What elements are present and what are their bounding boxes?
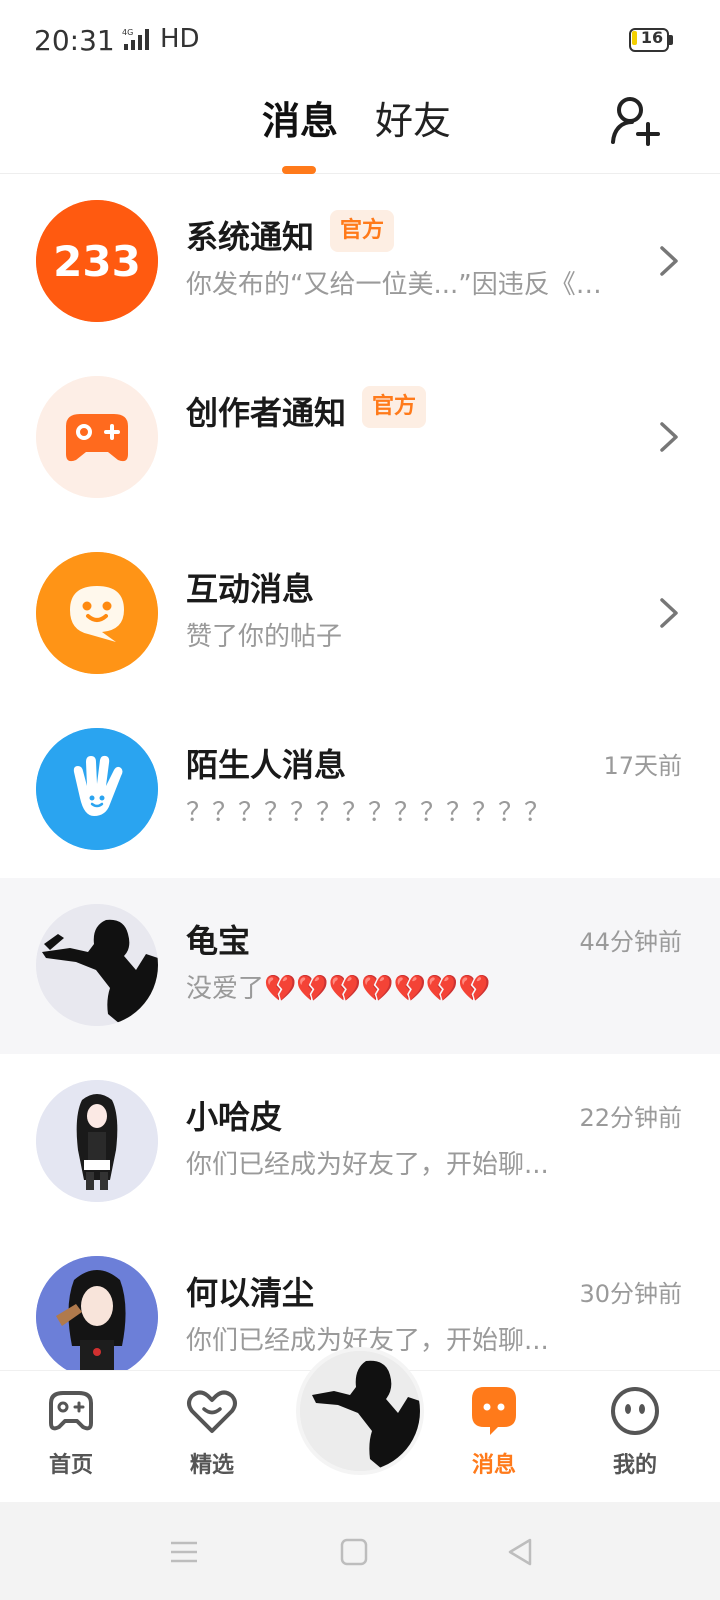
- system-nav-bar: [0, 1502, 720, 1600]
- message-title: 小哈皮: [186, 1098, 283, 1136]
- official-badge: 官方: [362, 386, 427, 428]
- header: 消息 好友: [0, 80, 720, 174]
- message-title: 陌生人消息: [186, 746, 347, 784]
- stranger-avatar: [36, 728, 158, 850]
- add-user-icon[interactable]: [610, 94, 660, 150]
- nav-label: 消息: [471, 1453, 516, 1478]
- message-preview: 没爱了💔💔💔💔💔💔💔: [186, 974, 491, 1004]
- interaction-avatar: [36, 552, 158, 674]
- status-bar: 20:31 4G HD 16: [0, 0, 720, 80]
- svg-text:4G: 4G: [122, 28, 133, 37]
- nav-label: 精选: [189, 1453, 234, 1478]
- message-preview: 你们已经成为好友了，开始聊...: [186, 1150, 549, 1180]
- center-avatar-button[interactable]: [296, 1347, 424, 1475]
- message-title: 系统通知: [186, 218, 315, 256]
- chevron-right-icon: [660, 598, 678, 628]
- list-item-interaction[interactable]: 互动消息 赞了你的帖子: [0, 526, 720, 702]
- bottom-nav: 首页 精选 消息 我的: [0, 1347, 720, 1502]
- user-avatar: [36, 1256, 158, 1370]
- message-title: 创作者通知: [186, 394, 347, 432]
- list-item-chat-xiaohapi[interactable]: 小哈皮 22分钟前 你们已经成为好友了，开始聊...: [0, 1054, 720, 1230]
- battery-icon: 16: [629, 28, 673, 52]
- nav-label: 我的: [612, 1453, 657, 1478]
- message-preview: 你们已经成为好友了，开始聊...: [186, 1326, 549, 1356]
- message-preview: ？？？？？？？？？？？？？？: [186, 798, 551, 828]
- message-preview: 你发布的“又给一位美...”因违反《社...: [186, 270, 626, 300]
- chevron-right-icon: [660, 246, 678, 276]
- message-icon: [472, 1387, 516, 1435]
- chevron-right-icon: [660, 422, 678, 452]
- message-time: 17天前: [603, 752, 682, 780]
- silhouette-avatar: [36, 904, 158, 1026]
- list-item-system-notice[interactable]: 233 系统通知 官方 你发布的“又给一位美...”因违反《社...: [0, 174, 720, 350]
- user-avatar: [36, 904, 158, 1026]
- avatar-233-text: 233: [53, 237, 141, 286]
- message-preview: 赞了你的帖子: [186, 622, 343, 652]
- nav-messages[interactable]: 消息: [439, 1383, 549, 1495]
- tab-messages[interactable]: 消息: [262, 96, 338, 146]
- nav-featured[interactable]: 精选: [157, 1383, 267, 1495]
- message-time: 22分钟前: [579, 1104, 682, 1132]
- nav-home[interactable]: 首页: [16, 1383, 126, 1495]
- message-title: 何以清尘: [186, 1274, 315, 1312]
- silhouette-avatar: [300, 1351, 420, 1471]
- menu-icon[interactable]: [168, 1536, 200, 1568]
- signal-icon: 4G: [122, 28, 149, 50]
- list-item-stranger[interactable]: 陌生人消息 17天前 ？？？？？？？？？？？？？？: [0, 702, 720, 878]
- gamepad-icon: [49, 1391, 93, 1431]
- message-time: 30分钟前: [579, 1280, 682, 1308]
- nav-label: 首页: [48, 1453, 93, 1478]
- message-title: 龟宝: [186, 922, 251, 960]
- nav-profile[interactable]: 我的: [580, 1383, 690, 1495]
- message-time: 44分钟前: [579, 928, 682, 956]
- creator-notice-avatar: [36, 376, 158, 498]
- user-avatar: [36, 1080, 158, 1202]
- profile-face-icon: [611, 1387, 659, 1435]
- network-label: HD: [160, 24, 200, 54]
- list-item-chat-guibao[interactable]: 龟宝 44分钟前 没爱了💔💔💔💔💔💔💔: [0, 878, 720, 1054]
- wave-hand-icon: [36, 728, 158, 850]
- status-time: 20:31: [34, 24, 115, 57]
- battery-level: 16: [640, 28, 664, 47]
- active-tab-indicator: [282, 166, 316, 174]
- system-notice-avatar: 233: [36, 200, 158, 322]
- heart-face-icon: [187, 1390, 237, 1433]
- anime-girl-avatar: [36, 1080, 158, 1202]
- back-icon[interactable]: [504, 1536, 536, 1568]
- smile-bubble-icon: [36, 552, 158, 674]
- home-icon[interactable]: [338, 1536, 370, 1568]
- message-list: 233 系统通知 官方 你发布的“又给一位美...”因违反《社... 创作者通知…: [0, 174, 720, 1370]
- anime-girl-avatar: [36, 1256, 158, 1370]
- list-item-creator-notice[interactable]: 创作者通知 官方: [0, 350, 720, 526]
- gamepad-icon: [36, 376, 158, 498]
- tab-friends[interactable]: 好友: [375, 96, 451, 146]
- message-title: 互动消息: [186, 570, 315, 608]
- official-badge: 官方: [330, 210, 395, 252]
